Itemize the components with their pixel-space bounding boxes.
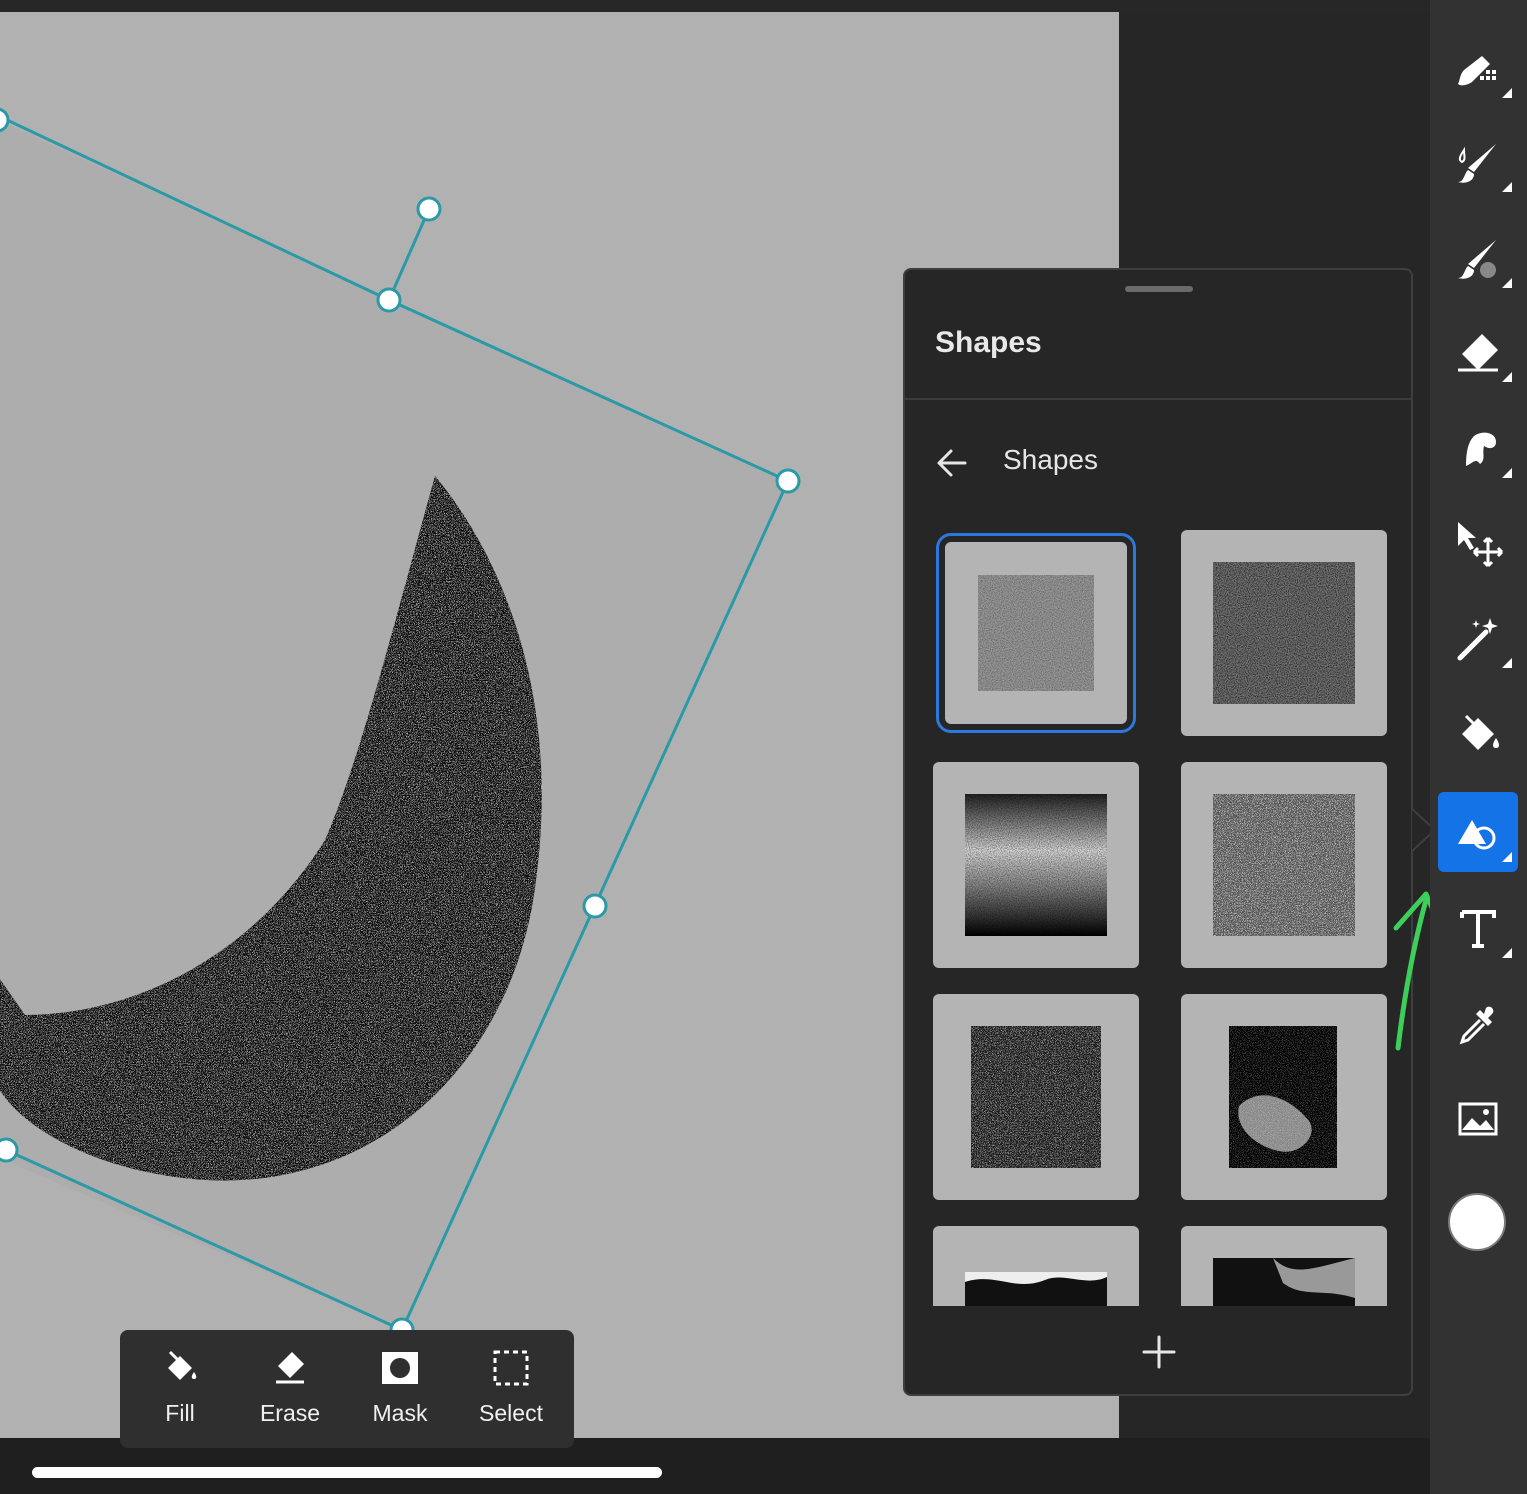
breadcrumb: Shapes <box>905 438 1411 488</box>
shapes-panel: Shapes Shapes <box>903 268 1413 1396</box>
live-brush-icon <box>1458 144 1496 183</box>
fill-label: Fill <box>165 1400 195 1426</box>
selection-action-bar: Fill Erase Mask Select <box>120 1330 574 1448</box>
smudge-icon <box>1466 432 1496 466</box>
mask-action-button[interactable]: Mask <box>350 1330 450 1448</box>
magic-wand-tool[interactable] <box>1438 598 1518 678</box>
shape-thumbnail <box>1213 1258 1355 1306</box>
vector-brush-tool[interactable] <box>1438 218 1518 298</box>
marquee-select-icon <box>493 1350 529 1386</box>
select-action-button[interactable]: Select <box>461 1330 561 1448</box>
eraser-icon <box>276 1352 304 1384</box>
shape-tile-4[interactable] <box>1181 762 1387 968</box>
color-swatch[interactable] <box>1448 1193 1506 1251</box>
erase-label: Erase <box>259 1400 321 1426</box>
transform-tool[interactable] <box>1438 502 1518 582</box>
panel-drag-handle[interactable] <box>1125 286 1193 292</box>
shape-thumbnail <box>1229 1026 1337 1168</box>
fill-tool[interactable] <box>1438 694 1518 774</box>
shape-thumbnail <box>1213 562 1355 704</box>
erase-action-button[interactable]: Erase <box>240 1330 340 1448</box>
mask-icon <box>382 1352 418 1384</box>
smudge-tool[interactable] <box>1438 408 1518 488</box>
home-indicator[interactable] <box>32 1467 662 1478</box>
shape-tile-5[interactable] <box>933 994 1139 1200</box>
shape-tile-3[interactable] <box>933 762 1139 968</box>
back-arrow-icon[interactable] <box>935 446 969 480</box>
live-brush-tool[interactable] <box>1438 122 1518 202</box>
pixel-brush-icon <box>1458 56 1496 86</box>
eyedropper-icon <box>1459 1006 1494 1045</box>
panel-divider <box>905 398 1411 400</box>
image-tool[interactable] <box>1438 1080 1518 1160</box>
image-icon <box>1458 1102 1498 1136</box>
shape-tile-7[interactable] <box>933 1226 1139 1306</box>
eraser-tool[interactable] <box>1438 312 1518 392</box>
shape-tile-8[interactable] <box>1181 1226 1387 1306</box>
eraser-icon <box>1458 334 1498 372</box>
shape-tile-2[interactable] <box>1181 530 1387 736</box>
shape-tile-1[interactable] <box>936 533 1136 733</box>
right-toolbar <box>1430 0 1527 1494</box>
fill-action-button[interactable]: Fill <box>130 1330 230 1448</box>
shape-thumbnail <box>1213 794 1355 936</box>
breadcrumb-label: Shapes <box>1003 444 1098 475</box>
magic-wand-icon <box>1457 618 1498 661</box>
shape-tile-6[interactable] <box>1181 994 1387 1200</box>
top-bar <box>0 0 1430 12</box>
shape-thumbnail <box>965 794 1107 936</box>
add-shape-icon[interactable] <box>1141 1334 1177 1370</box>
eyedropper-tool[interactable] <box>1438 984 1518 1064</box>
shapes-grid <box>933 530 1387 1306</box>
shape-thumbnail <box>978 575 1094 691</box>
shapes-icon <box>1458 820 1496 850</box>
text-tool[interactable] <box>1438 888 1518 968</box>
shapes-tool[interactable] <box>1438 792 1518 872</box>
vector-brush-icon <box>1458 240 1496 279</box>
select-label: Select <box>479 1400 543 1426</box>
shape-thumbnail <box>965 1272 1107 1306</box>
mask-label: Mask <box>372 1400 428 1426</box>
text-icon <box>1460 910 1496 948</box>
move-icon <box>1458 522 1504 568</box>
paint-bucket-icon <box>1462 714 1499 750</box>
shape-thumbnail <box>971 1026 1101 1168</box>
pixel-brush-tool[interactable] <box>1438 28 1518 108</box>
paint-bucket-icon <box>168 1350 197 1380</box>
panel-title: Shapes <box>935 326 1042 359</box>
